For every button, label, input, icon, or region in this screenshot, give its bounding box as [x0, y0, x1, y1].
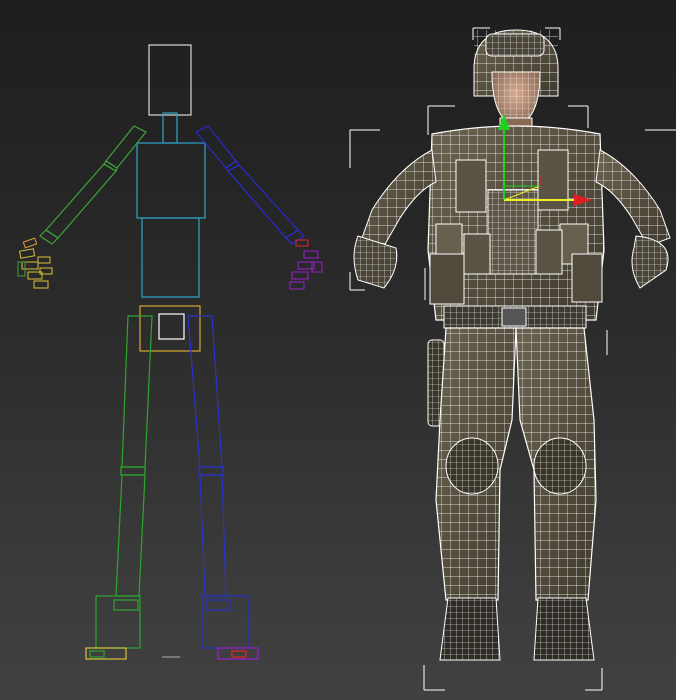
biped-right-arm[interactable]: [195, 125, 305, 245]
soldier-mesh[interactable]: [349, 27, 676, 691]
biped-left-leg[interactable]: [85, 315, 153, 660]
soldier-left-boot[interactable]: [439, 597, 501, 661]
soldier-right-boot[interactable]: [533, 597, 595, 661]
soldier-belt[interactable]: [443, 305, 587, 329]
biped-right-hand[interactable]: [289, 239, 323, 290]
vest-pouch: [429, 253, 465, 305]
biped-right-leg[interactable]: [187, 315, 259, 660]
biped-rig[interactable]: [17, 44, 323, 660]
viewport-canvas[interactable]: [0, 0, 676, 700]
soldier-left-arm[interactable]: [353, 149, 437, 289]
biped-left-arm[interactable]: [39, 125, 147, 245]
vest-pouch: [455, 159, 487, 213]
biped-head[interactable]: [148, 44, 192, 116]
vest-pouch: [435, 223, 463, 259]
soldier-left-leg[interactable]: [435, 327, 517, 601]
biped-spine-upper[interactable]: [136, 142, 206, 219]
biped-pelvis-center[interactable]: [158, 313, 185, 340]
soldier-torso[interactable]: [427, 125, 605, 321]
vest-pouch: [463, 233, 491, 275]
biped-pelvis[interactable]: [139, 305, 201, 352]
biped-left-hand[interactable]: [17, 237, 53, 289]
soldier-right-arm[interactable]: [595, 149, 671, 289]
biped-neck[interactable]: [162, 112, 178, 144]
soldier-right-leg[interactable]: [515, 327, 597, 601]
vest-pouch: [571, 253, 603, 303]
vest-pouch: [535, 229, 563, 275]
3d-viewport[interactable]: [0, 0, 676, 700]
biped-spine-lower[interactable]: [141, 217, 200, 298]
